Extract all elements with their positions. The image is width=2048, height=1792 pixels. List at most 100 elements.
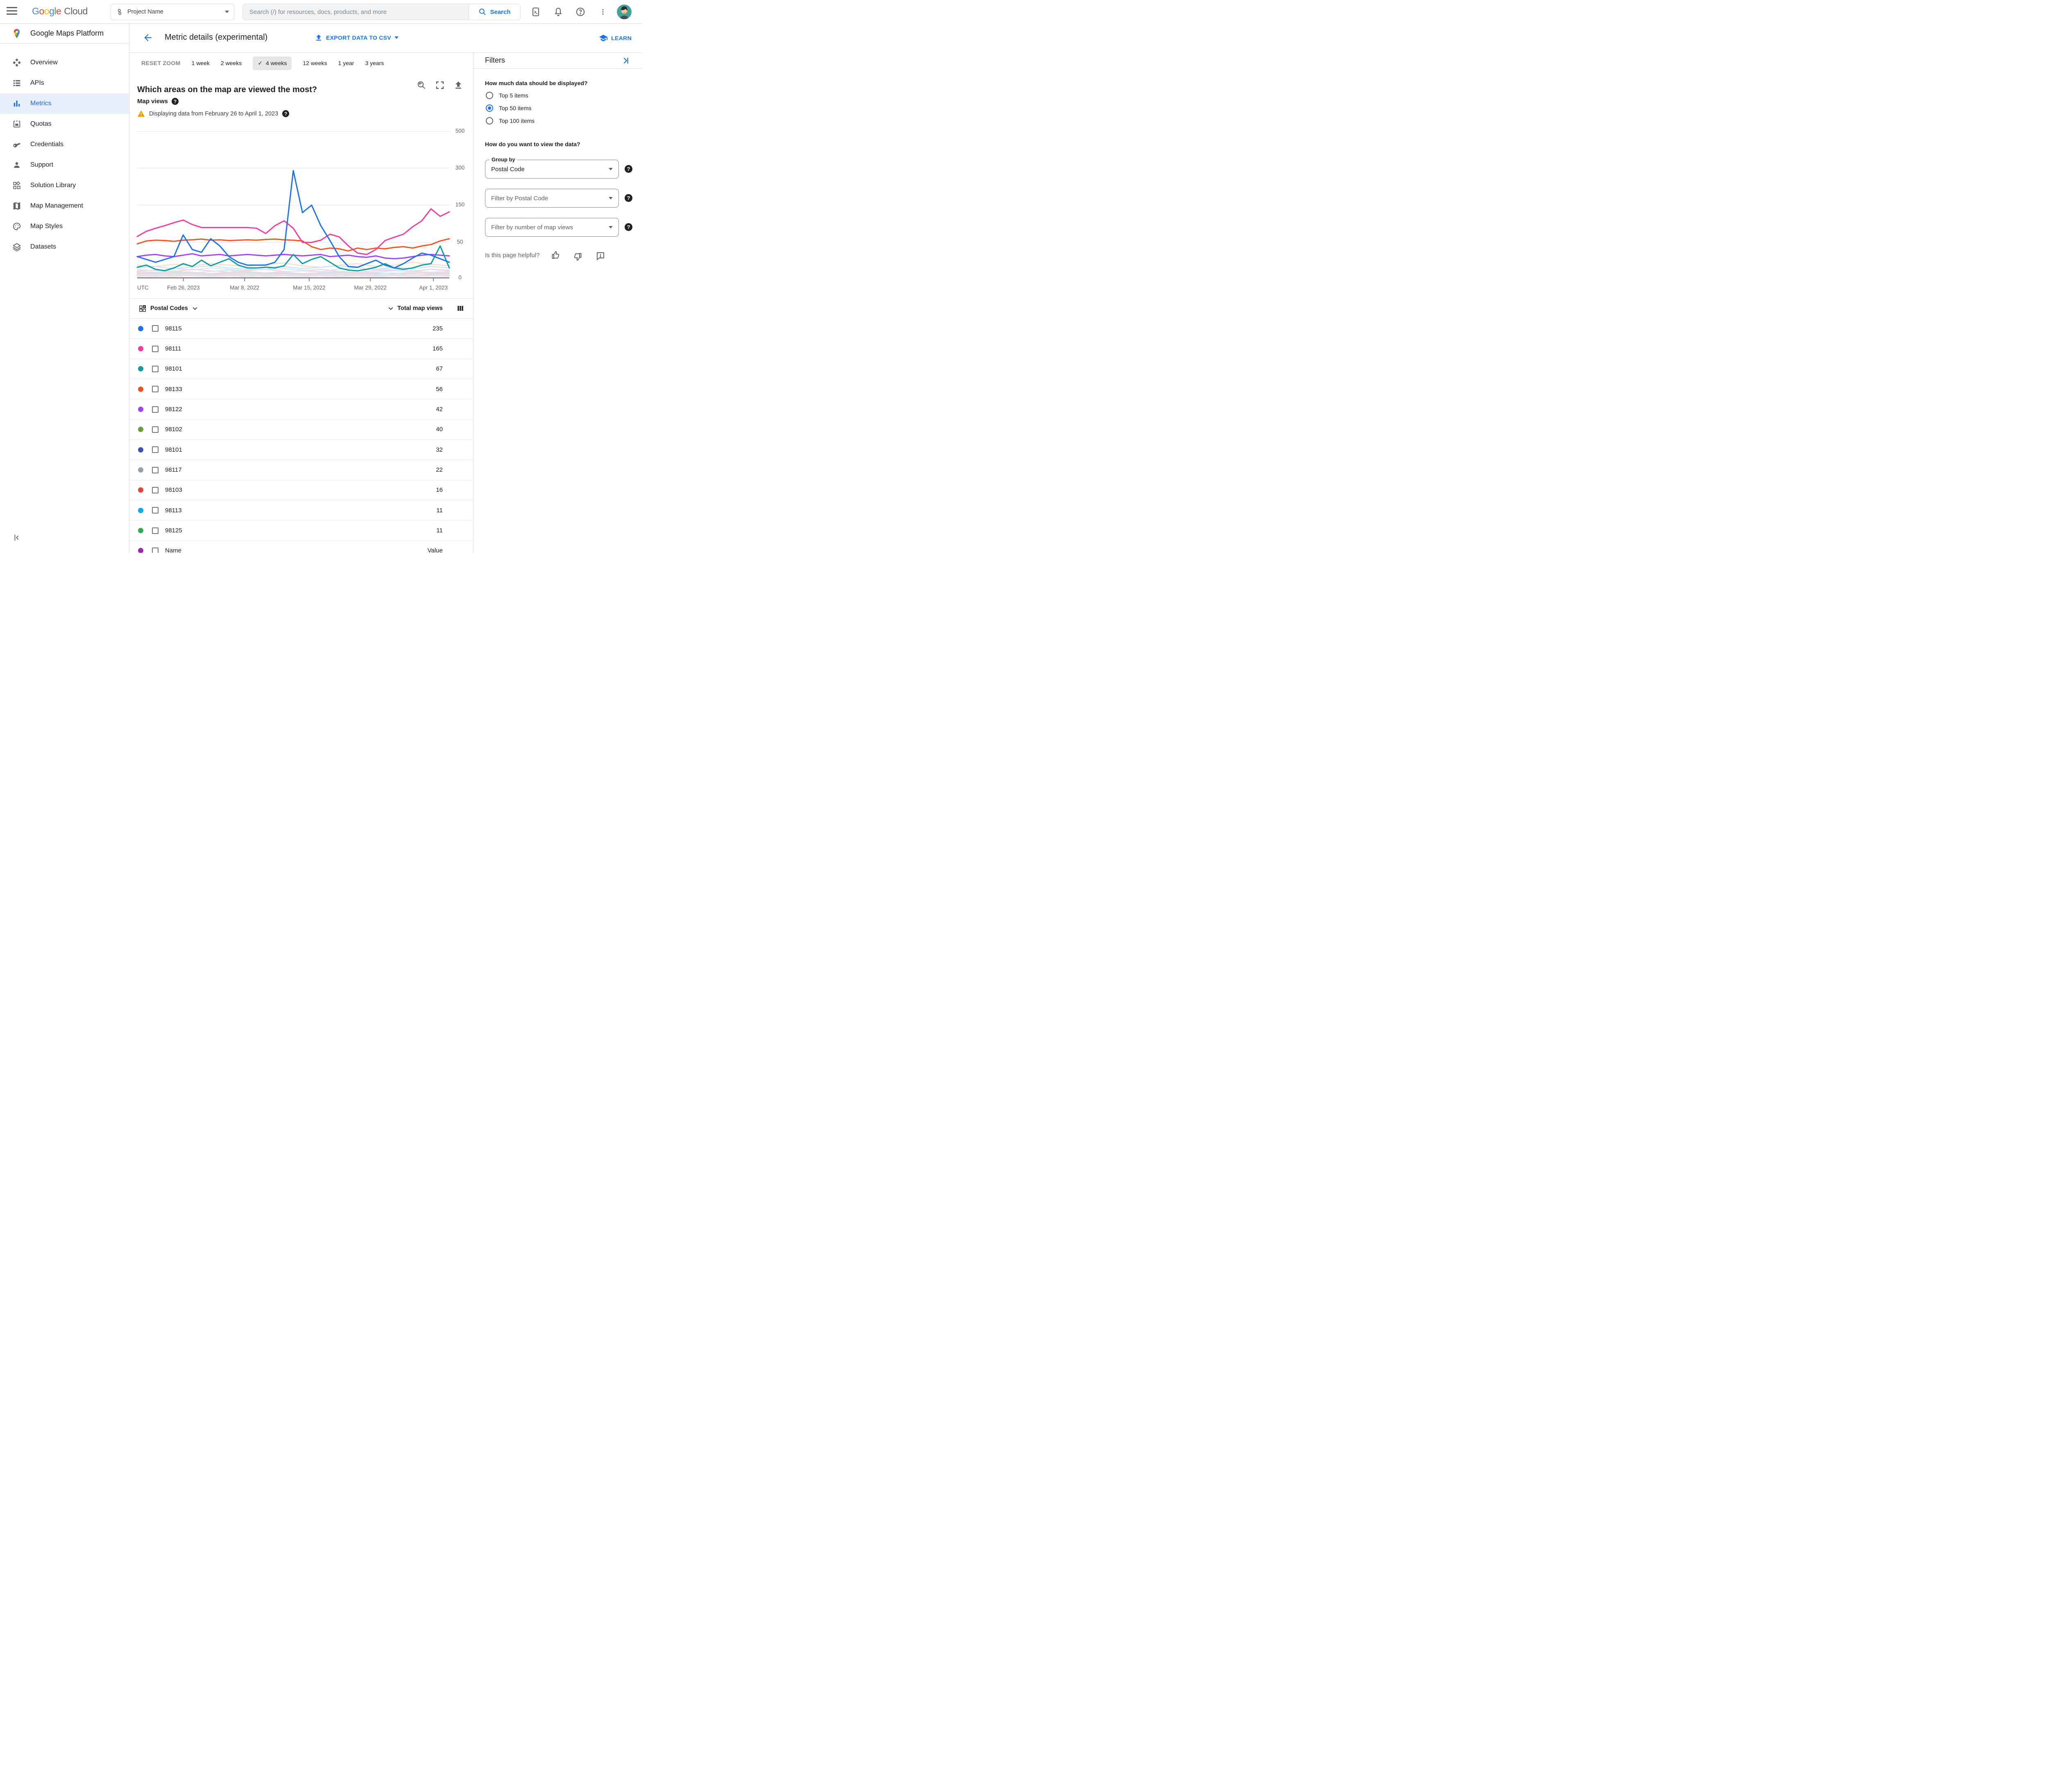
row-checkbox[interactable]: [152, 486, 159, 493]
filter-postal-help-icon[interactable]: ?: [625, 194, 632, 202]
metric-help-icon[interactable]: ?: [172, 98, 179, 105]
range-3-years[interactable]: 3 years: [365, 60, 384, 66]
sidebar-item-map-management[interactable]: Map Management: [0, 196, 129, 216]
warning-help-icon[interactable]: ?: [282, 110, 290, 117]
filter-views-select[interactable]: Filter by number of map views: [485, 218, 619, 237]
line-chart[interactable]: [136, 123, 450, 281]
radio-icon: [486, 92, 493, 99]
thumbs-up-icon[interactable]: [551, 250, 560, 260]
table-row[interactable]: 98111 165: [129, 339, 473, 359]
sidebar-item-quotas[interactable]: Quotas: [0, 114, 129, 134]
row-checkbox[interactable]: [152, 446, 159, 453]
table-row[interactable]: 98113 11: [129, 500, 473, 521]
row-checkbox[interactable]: [152, 466, 159, 473]
more-vertical-icon[interactable]: [599, 7, 607, 17]
radio-top-100[interactable]: Top 100 items: [486, 117, 535, 124]
column-display-icon[interactable]: [457, 305, 464, 312]
series-color-dot: [138, 346, 143, 352]
total-map-views-value: 165: [432, 345, 443, 353]
sidebar-item-metrics[interactable]: Metrics: [0, 93, 129, 114]
feedback-icon[interactable]: [596, 251, 605, 261]
help-icon[interactable]: [575, 7, 585, 17]
row-checkbox[interactable]: [152, 547, 159, 553]
search-button[interactable]: Search: [469, 4, 520, 20]
radio-top-50[interactable]: Top 50 items: [486, 104, 531, 112]
table-row[interactable]: 98115 235: [129, 319, 473, 339]
row-checkbox[interactable]: [152, 406, 159, 413]
range-2-weeks[interactable]: 2 weeks: [221, 60, 242, 66]
sort-column-header[interactable]: Total map views: [387, 305, 443, 312]
learn-button[interactable]: LEARN: [599, 34, 632, 43]
sidebar-item-overview[interactable]: Overview: [0, 52, 129, 73]
collapse-panel-icon[interactable]: [621, 56, 630, 65]
sidebar-item-apis[interactable]: APIs: [0, 73, 129, 93]
postal-code-label: Name: [165, 547, 182, 553]
postal-code-label: 98113: [165, 507, 182, 514]
x-axis-tick-label: Mar 15, 2022: [293, 285, 326, 291]
upload-chart-icon[interactable]: [453, 80, 463, 90]
search-icon: [479, 9, 486, 15]
sidebar-item-datasets[interactable]: Datasets: [0, 237, 129, 257]
filter-views-help-icon[interactable]: ?: [625, 223, 632, 231]
back-arrow-icon[interactable]: [143, 32, 153, 43]
series-table: Postal Codes Total map views 98115 235 981…: [129, 298, 473, 553]
group-by-value: Postal Code: [491, 165, 525, 173]
postal-code-label: 98101: [165, 365, 182, 373]
quotas-icon: [13, 120, 20, 128]
group-by-column-header[interactable]: Postal Codes: [139, 305, 198, 312]
range-1-week[interactable]: 1 week: [192, 60, 210, 66]
group-by-help-icon[interactable]: ?: [625, 165, 632, 173]
filter-postal-select[interactable]: Filter by Postal Code: [485, 189, 619, 208]
search-input[interactable]: Search (/) for resources, docs, products…: [243, 4, 469, 20]
fullscreen-icon[interactable]: [435, 80, 445, 90]
page-helpful-text: Is this page helpful?: [485, 252, 540, 259]
range-4-weeks-selected[interactable]: ✓ 4 weeks: [253, 56, 292, 70]
table-row[interactable]: 98117 22: [129, 460, 473, 480]
table-row[interactable]: Name Value: [129, 541, 473, 553]
series-color-dot: [138, 467, 143, 473]
y-axis-tick-label: 0: [458, 274, 462, 281]
group-by-select[interactable]: Group by Postal Code: [485, 156, 619, 179]
row-checkbox[interactable]: [152, 365, 159, 372]
notifications-bell-icon[interactable]: [553, 7, 563, 17]
row-checkbox[interactable]: [152, 345, 159, 352]
overview-icon: [13, 58, 21, 67]
sidebar-item-credentials[interactable]: Credentials: [0, 134, 129, 155]
thumbs-down-icon[interactable]: [573, 252, 583, 262]
total-map-views-value: 235: [432, 325, 443, 332]
apis-icon: [13, 80, 20, 86]
range-1-year[interactable]: 1 year: [338, 60, 354, 66]
table-row[interactable]: 98102 40: [129, 420, 473, 440]
table-row[interactable]: 98101 32: [129, 440, 473, 460]
sidebar-item-support[interactable]: Support: [0, 155, 129, 175]
sidebar-header: Google Maps Platform: [0, 24, 129, 43]
sidebar-item-map-styles[interactable]: Map Styles: [0, 216, 129, 237]
row-checkbox[interactable]: [152, 325, 159, 332]
zoom-reset-icon[interactable]: [417, 80, 426, 90]
avatar[interactable]: [617, 5, 632, 19]
sidebar-item-solution-library[interactable]: Solution Library: [0, 175, 129, 196]
table-row[interactable]: 98125 11: [129, 520, 473, 541]
chart-series-line: [136, 170, 450, 269]
cloud-shell-icon[interactable]: [531, 7, 541, 17]
collapse-sidebar-icon[interactable]: [12, 533, 21, 542]
row-checkbox[interactable]: [152, 426, 159, 433]
row-checkbox[interactable]: [152, 527, 159, 534]
reset-zoom-button[interactable]: RESET ZOOM: [141, 60, 181, 66]
range-12-weeks[interactable]: 12 weeks: [303, 60, 327, 66]
table-row[interactable]: 98133 56: [129, 379, 473, 400]
menu-icon[interactable]: [7, 7, 17, 17]
project-picker[interactable]: Project Name: [111, 4, 234, 20]
table-row[interactable]: 98122 42: [129, 399, 473, 420]
radio-icon: [486, 117, 493, 124]
time-range-toolbar: RESET ZOOM 1 week 2 weeks ✓ 4 weeks 12 w…: [141, 53, 384, 73]
row-checkbox[interactable]: [152, 507, 159, 514]
google-cloud-logo[interactable]: Google Cloud: [32, 6, 88, 17]
table-row[interactable]: 98101 67: [129, 359, 473, 380]
row-checkbox[interactable]: [152, 386, 159, 393]
total-map-views-value: 16: [436, 486, 443, 494]
table-row[interactable]: 98103 16: [129, 480, 473, 501]
export-data-button[interactable]: EXPORT DATA TO CSV: [315, 34, 399, 42]
radio-top-5[interactable]: Top 5 items: [486, 92, 528, 99]
series-color-dot: [138, 326, 143, 331]
